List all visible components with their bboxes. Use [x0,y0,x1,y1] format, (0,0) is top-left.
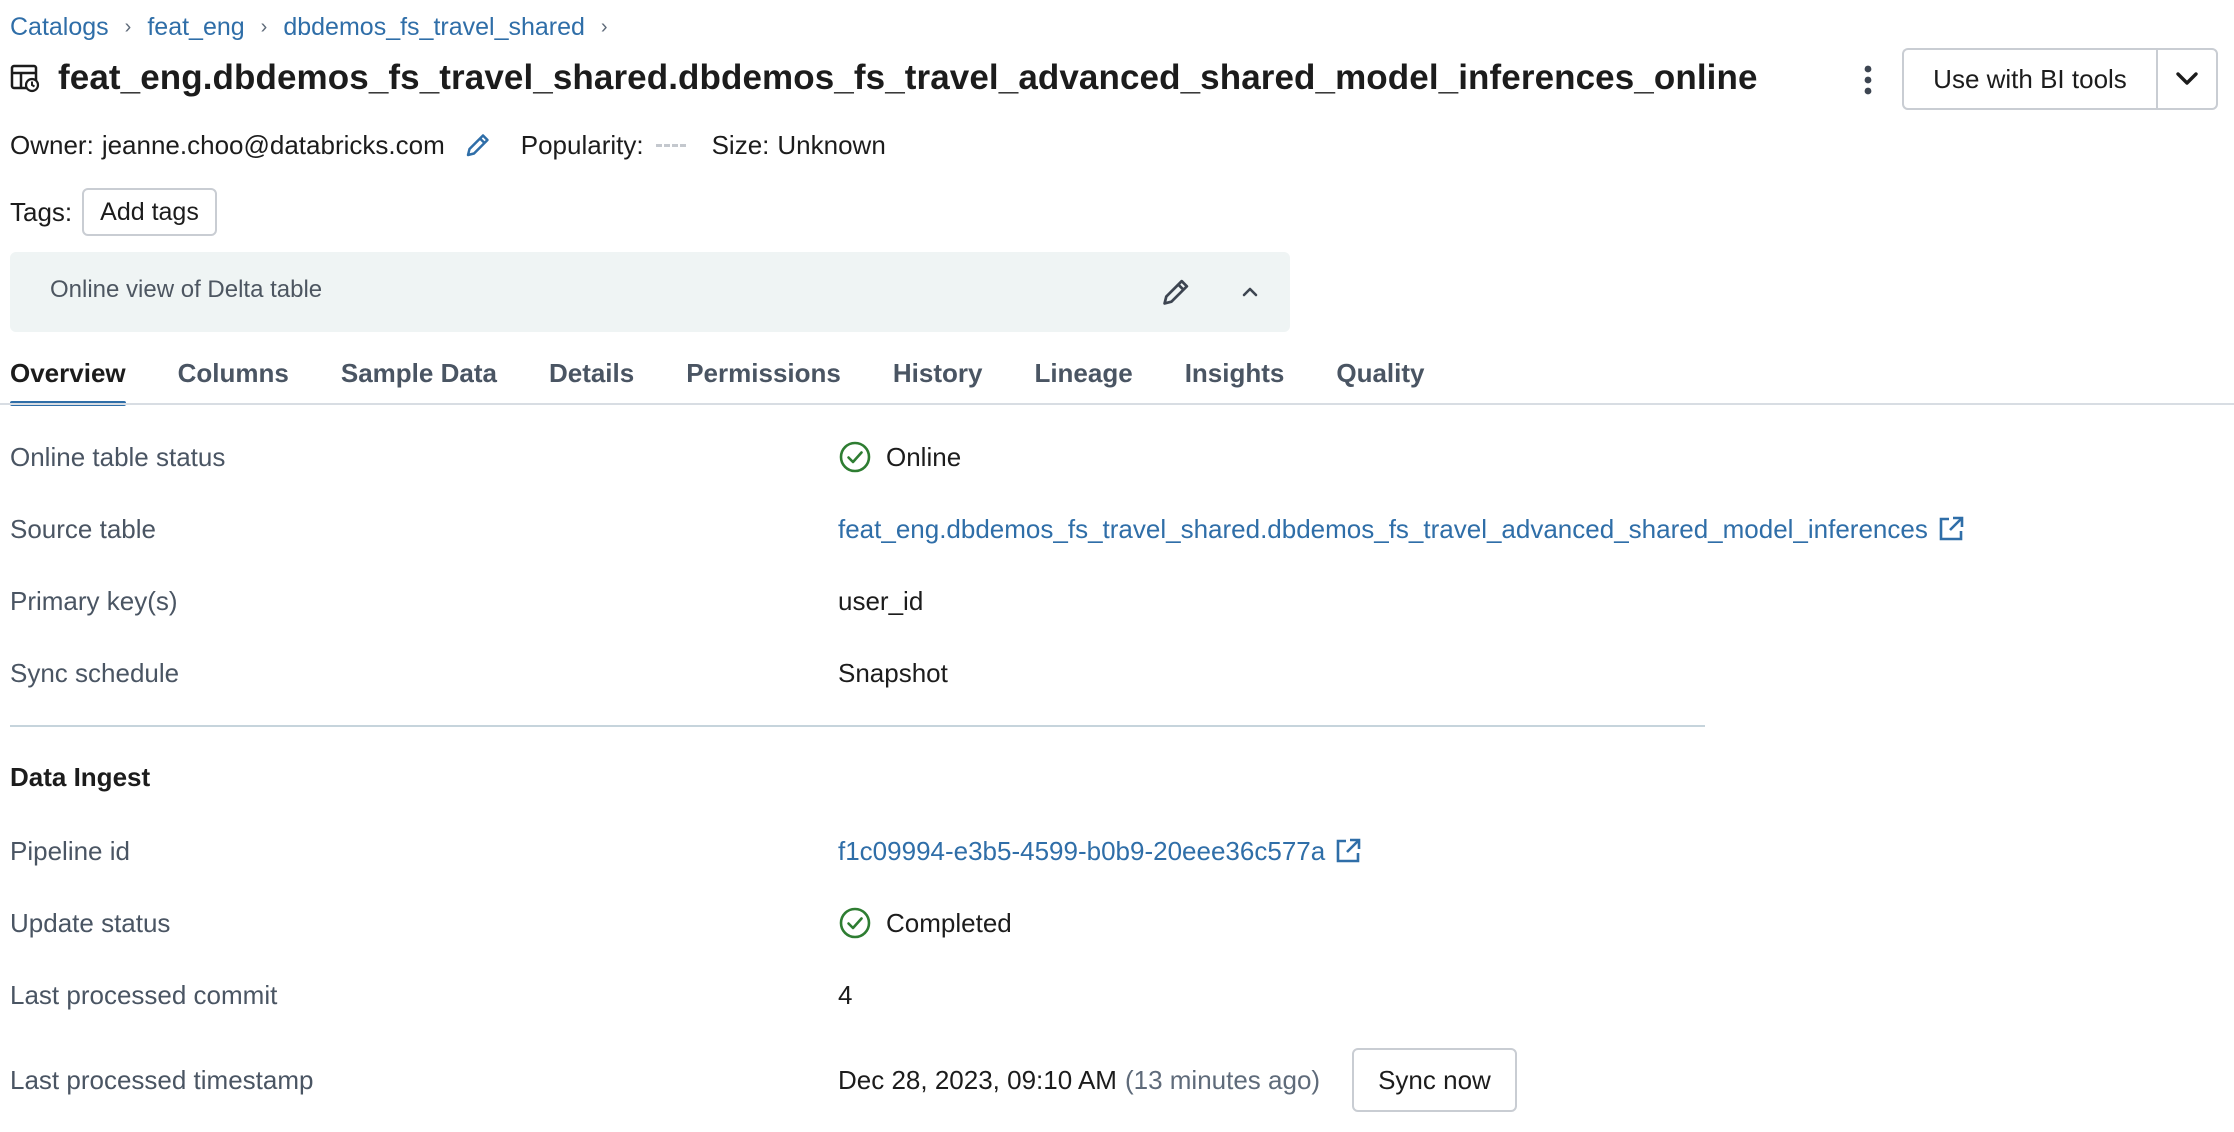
tab-quality[interactable]: Quality [1336,350,1424,404]
source-table-label: Source table [10,513,156,544]
pipeline-id-label: Pipeline id [10,835,130,866]
external-link-icon[interactable] [1333,836,1363,866]
tags-row: Tags: Add tags [10,188,217,236]
add-tags-button[interactable]: Add tags [82,188,217,236]
size-value: Unknown [777,129,886,160]
primary-keys-value: user_id [838,585,924,616]
online-status-value: Online [886,441,962,472]
row-online-status: Online table status Online [10,437,2210,477]
chevron-right-icon: › [600,15,608,38]
check-circle-icon [839,441,871,473]
tags-label: Tags: [10,196,73,227]
row-pipeline-id: Pipeline id f1c09994-e3b5-4599-b0b9-20ee… [10,831,2210,871]
popularity-label: Popularity: [520,129,644,160]
tab-lineage[interactable]: Lineage [1034,350,1132,404]
last-commit-value: 4 [838,979,853,1010]
external-link-icon[interactable] [1936,514,1966,544]
tab-details[interactable]: Details [549,350,634,404]
chevron-right-icon: › [260,15,268,38]
chevron-right-icon: › [124,15,132,38]
edit-owner-icon[interactable] [461,128,495,162]
sync-schedule-value: Snapshot [838,657,948,688]
breadcrumb: Catalogs › feat_eng › dbdemos_fs_travel_… [10,10,624,44]
row-source-table: Source table feat_eng.dbdemos_fs_travel_… [10,509,2210,549]
tab-bar: Overview Columns Sample Data Details Per… [10,350,1477,406]
edit-description-icon[interactable] [1156,272,1196,312]
breadcrumb-catalog[interactable]: feat_eng [147,13,244,42]
online-table-icon [10,64,40,93]
more-options-icon[interactable] [1850,58,1886,102]
last-commit-label: Last processed commit [10,979,278,1010]
update-status-value: Completed [886,907,1012,938]
chevron-down-icon[interactable] [2156,48,2218,110]
pipeline-id-link[interactable]: f1c09994-e3b5-4599-b0b9-20eee36c577a [838,836,1325,867]
chevron-up-icon[interactable] [1230,272,1270,312]
last-timestamp-label: Last processed timestamp [10,1064,314,1095]
row-last-commit: Last processed commit 4 [10,975,2210,1015]
tab-history[interactable]: History [893,350,983,404]
owner-label: Owner: [10,129,94,160]
tabs-divider [0,403,2234,405]
title-row: feat_eng.dbdemos_fs_travel_shared.dbdemo… [10,56,1758,100]
tab-permissions[interactable]: Permissions [686,350,841,404]
tab-sample-data[interactable]: Sample Data [341,350,497,404]
primary-keys-label: Primary key(s) [10,585,178,616]
page-title: feat_eng.dbdemos_fs_travel_shared.dbdemo… [58,58,1758,97]
breadcrumb-schema[interactable]: dbdemos_fs_travel_shared [283,13,585,42]
breadcrumb-catalogs[interactable]: Catalogs [10,13,109,42]
use-with-bi-tools-button[interactable]: Use with BI tools [1902,48,2156,110]
data-ingest-heading: Data Ingest [10,762,151,792]
row-update-status: Update status Completed [10,903,2210,943]
online-status-label: Online table status [10,441,226,472]
description-text: Online view of Delta table [50,276,323,303]
last-timestamp-relative: (13 minutes ago) [1124,1064,1321,1095]
size-label: Size: [711,129,770,160]
bi-tools-split-button: Use with BI tools [1902,48,2218,110]
owner-value: jeanne.choo@databricks.com [101,129,445,160]
section-divider [10,725,1705,727]
tab-overview[interactable]: Overview [10,350,126,406]
sync-schedule-label: Sync schedule [10,657,180,688]
sync-now-button[interactable]: Sync now [1352,1048,1517,1112]
tab-columns[interactable]: Columns [178,350,289,404]
source-table-link[interactable]: feat_eng.dbdemos_fs_travel_shared.dbdemo… [838,514,1928,545]
popularity-indicator [655,143,686,147]
check-circle-icon [839,907,871,939]
description-panel: Online view of Delta table [10,252,1290,332]
row-primary-keys: Primary key(s) user_id [10,581,2210,621]
row-sync-schedule: Sync schedule Snapshot [10,653,2210,693]
tab-insights[interactable]: Insights [1185,350,1285,404]
meta-row: Owner: jeanne.choo@databricks.com Popula… [10,127,886,163]
row-last-timestamp: Last processed timestamp Dec 28, 2023, 0… [10,1048,2210,1112]
update-status-label: Update status [10,907,171,938]
page: Catalogs › feat_eng › dbdemos_fs_travel_… [0,0,2234,1132]
last-timestamp-value: Dec 28, 2023, 09:10 AM [838,1064,1117,1095]
